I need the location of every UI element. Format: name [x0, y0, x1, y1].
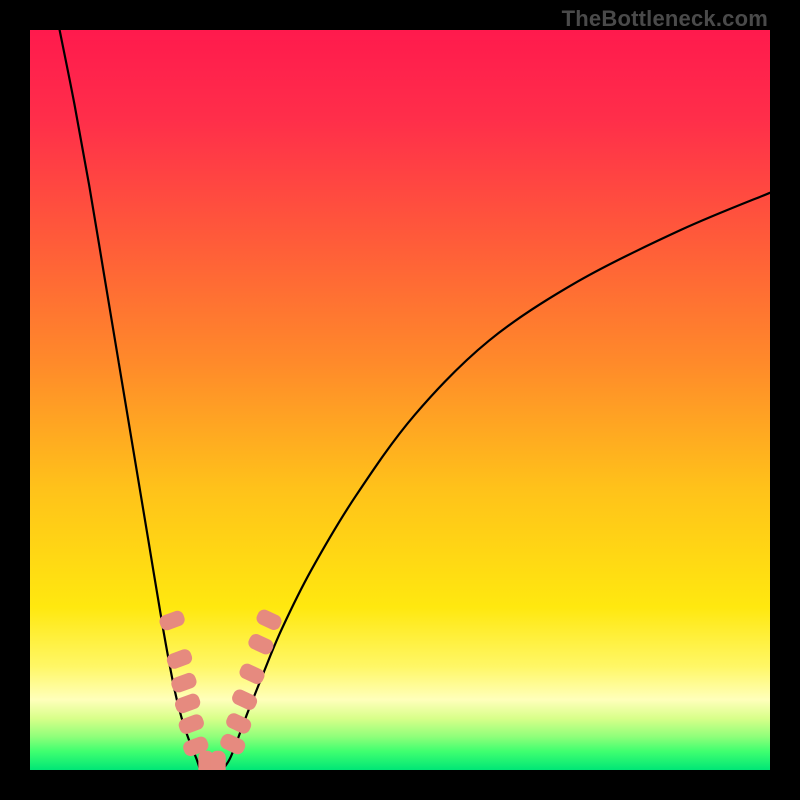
watermark-text: TheBottleneck.com	[562, 6, 768, 32]
curves-layer	[30, 30, 770, 770]
marker-7	[210, 751, 226, 770]
marker-0	[158, 609, 187, 632]
plot-area	[30, 30, 770, 770]
marker-9	[224, 711, 253, 736]
marker-13	[254, 607, 283, 632]
marker-3	[173, 692, 202, 715]
marker-11	[237, 661, 266, 686]
chart-frame: TheBottleneck.com	[0, 0, 800, 800]
right-curve	[222, 193, 770, 770]
data-markers	[158, 607, 284, 770]
marker-10	[230, 687, 259, 712]
